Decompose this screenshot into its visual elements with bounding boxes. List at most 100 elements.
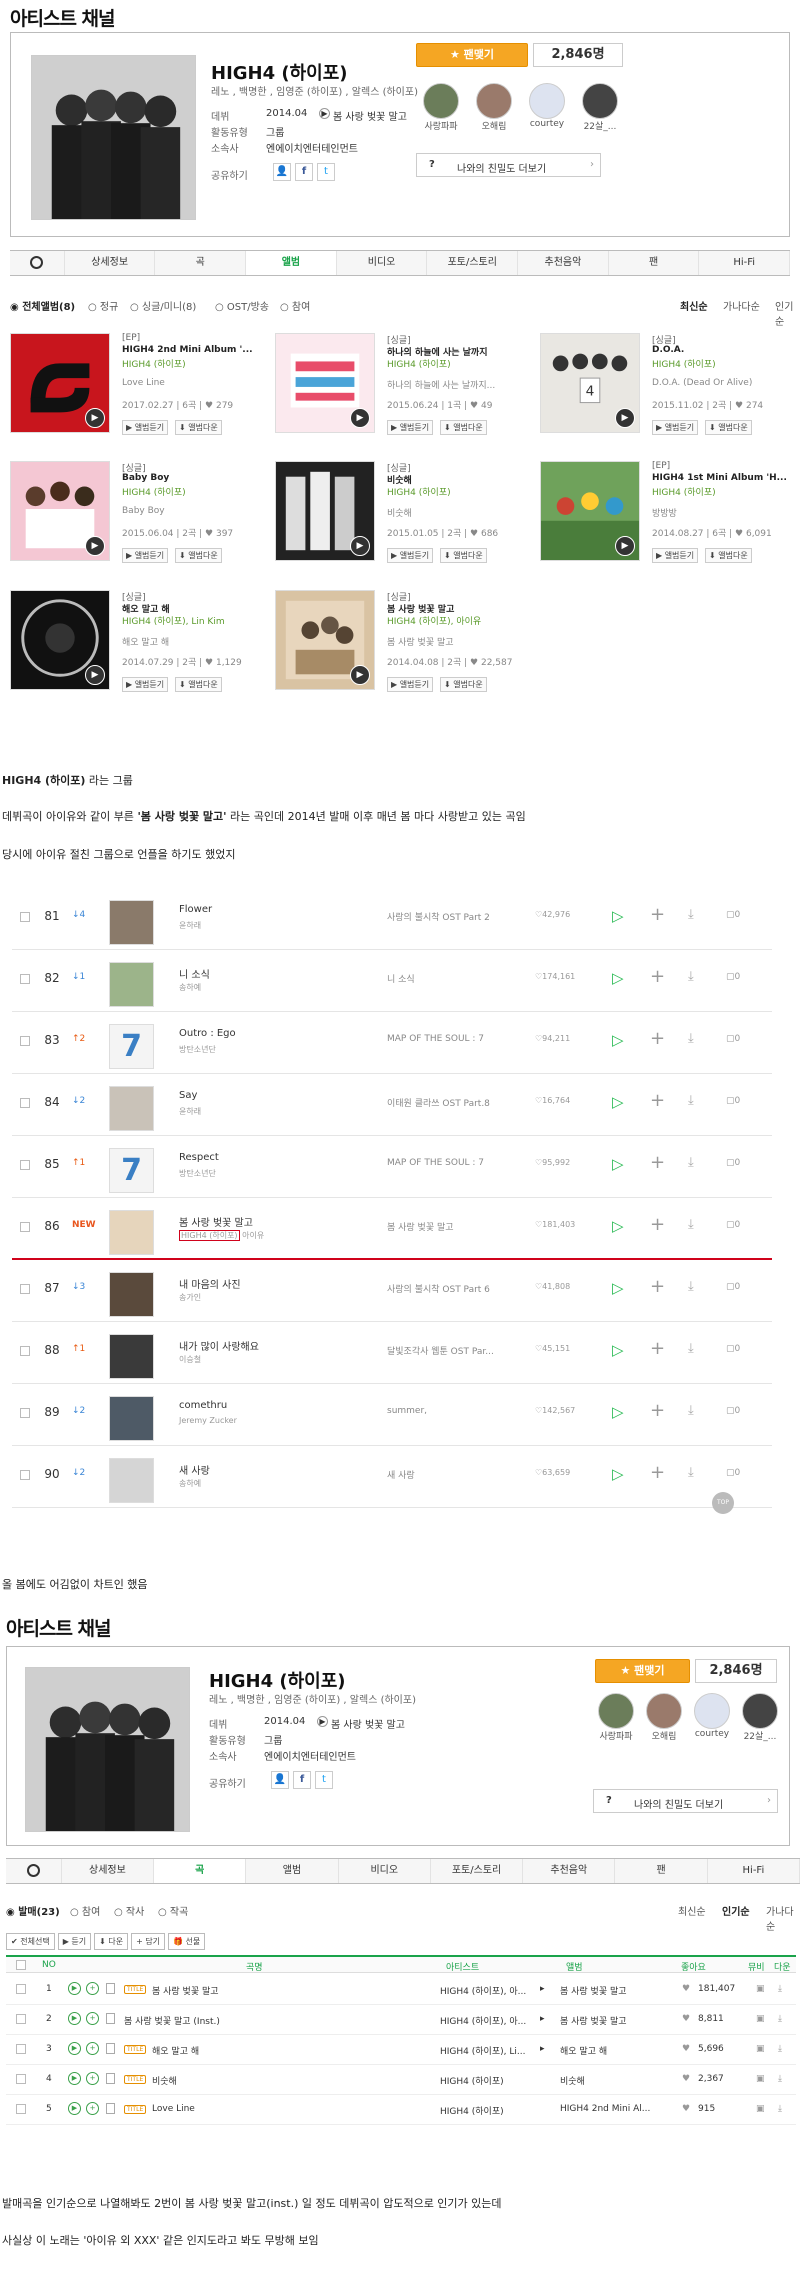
album-cover[interactable]: ▶ (10, 590, 110, 690)
lock-icon[interactable]: ▣ (756, 2044, 765, 2054)
filter-regular-radio[interactable]: ○ 정규 (88, 298, 118, 313)
fan-avatar-4[interactable]: 22살_... (575, 83, 625, 132)
song-album[interactable]: 사랑의 불시착 OST Part 2 (387, 910, 490, 923)
mv-checkbox[interactable]: ▢0 (726, 1034, 740, 1044)
featured-artist[interactable]: 아이유 (242, 1231, 264, 1240)
row-checkbox[interactable] (20, 974, 30, 984)
debut-song[interactable]: 봄 사랑 벚꽃 말고 (333, 108, 407, 123)
album-download-button[interactable]: ⬇ 앨범다운 (175, 677, 222, 692)
row-checkbox[interactable] (20, 1284, 30, 1294)
song-album[interactable]: 비숫해 (560, 2074, 585, 2087)
chart-row[interactable]: 88 ↑1 내가 많이 사랑해요 이승철 달빛조각사 웹툰 OST Par...… (12, 1322, 772, 1384)
download-icon[interactable]: ⤓ (688, 969, 694, 984)
add-icon[interactable]: + (86, 2102, 99, 2115)
listen-button[interactable]: ▶ 듣기 (57, 1933, 92, 1950)
album-cover[interactable]: ▶ (540, 461, 640, 561)
mv-checkbox[interactable]: ▢0 (726, 1220, 740, 1230)
chart-row[interactable]: 89 ↓2 comethru Jeremy Zucker summer, ♡14… (12, 1384, 772, 1446)
play-icon[interactable]: ▶ (85, 665, 105, 685)
tab-photo-story[interactable]: 포토/스토리 (427, 251, 519, 275)
artist-arrow-icon[interactable]: ▸ (540, 1984, 545, 1994)
mv-checkbox[interactable]: ▢0 (726, 1282, 740, 1292)
facebook-icon[interactable]: f (295, 163, 313, 181)
filter-ost-radio[interactable]: ○ OST/방송 (215, 298, 269, 313)
album-artist[interactable]: HIGH4 (하이포) (387, 485, 451, 498)
song-thumbnail[interactable] (109, 1458, 154, 1503)
row-checkbox[interactable] (16, 2104, 26, 2114)
album-download-button[interactable]: ⬇ 앨범다운 (440, 548, 487, 563)
mv-checkbox[interactable]: ▢0 (726, 1406, 740, 1416)
song-title[interactable]: 봄 사랑 벚꽃 말고 (179, 1214, 253, 1229)
fan-avatar-2[interactable]: 오해림 (639, 1693, 689, 1742)
heart-icon[interactable]: ♥ (682, 2014, 690, 2024)
album-title[interactable]: HIGH4 2nd Mini Album '... (122, 345, 272, 355)
add-icon[interactable]: + (650, 1338, 665, 1359)
gift-button[interactable]: 🎁 선물 (168, 1933, 206, 1950)
play-icon[interactable]: ▶ (85, 536, 105, 556)
song-album[interactable]: 달빛조각사 웹툰 OST Par... (387, 1344, 494, 1357)
album-card[interactable]: ▶ [EP] HIGH4 1st Mini Album 'H... HIGH4 … (540, 461, 800, 576)
info-icon[interactable] (106, 2103, 115, 2114)
song-thumbnail[interactable] (109, 900, 154, 945)
song-album[interactable]: 봄 사랑 벚꽃 말고 (560, 2014, 627, 2027)
tab-songs[interactable]: 곡 (155, 251, 247, 275)
album-cover[interactable]: ▶ (275, 590, 375, 690)
download-icon[interactable]: ⤓ (688, 1155, 694, 1170)
twitter-icon[interactable]: t (317, 163, 335, 181)
album-cover[interactable]: ▶ (10, 333, 110, 433)
tab-fan[interactable]: 팬 (615, 1859, 708, 1883)
tab-clock[interactable] (10, 251, 65, 275)
album-listen-button[interactable]: ▶ 앨범듣기 (387, 420, 434, 435)
filter-single-radio[interactable]: ○ 싱글/미니(8) (130, 298, 196, 313)
song-artist[interactable]: 송하예 (179, 982, 201, 993)
row-checkbox[interactable] (20, 1160, 30, 1170)
song-thumbnail[interactable]: 7 (109, 1148, 154, 1193)
song-likes[interactable]: ♡42,976 (535, 910, 570, 919)
song-likes[interactable]: ♡94,211 (535, 1034, 570, 1043)
song-title[interactable]: 봄 사랑 벚꽃 말고 (Inst.) (124, 2014, 220, 2027)
album-track[interactable]: Love Line (122, 378, 165, 388)
play-icon[interactable]: ▶ (85, 408, 105, 428)
album-track[interactable]: Baby Boy (122, 506, 165, 516)
song-album[interactable]: HIGH4 2nd Mini Al... (560, 2104, 650, 2114)
song-likes[interactable]: ♡45,151 (535, 1344, 570, 1353)
song-likes[interactable]: ♡63,659 (535, 1468, 570, 1477)
album-card[interactable]: 4 ▶ [싱글] D.O.A. HIGH4 (하이포) D.O.A. (Dead … (540, 333, 800, 448)
filter-compose-radio[interactable]: ○ 작곡 (158, 1903, 188, 1918)
tab-songs[interactable]: 곡 (154, 1859, 247, 1883)
song-thumbnail[interactable] (109, 1210, 154, 1255)
song-artist[interactable]: 송가인 (179, 1292, 201, 1303)
download-icon[interactable]: ⤓ (688, 1217, 694, 1232)
lock-icon[interactable]: ▣ (756, 2014, 765, 2024)
add-icon[interactable]: + (650, 1028, 665, 1049)
sort-popular[interactable]: 인기순 (722, 1903, 750, 1918)
filter-part-radio[interactable]: ○ 참여 (70, 1903, 100, 1918)
album-artist[interactable]: HIGH4 (하이포) (652, 357, 716, 370)
album-track[interactable]: 봄 사랑 벚꽃 말고 (387, 635, 454, 648)
song-album[interactable]: 해오 말고 해 (560, 2044, 607, 2057)
album-track[interactable]: 하나의 하늘에 사는 날까지... (387, 378, 495, 391)
row-checkbox[interactable] (16, 2074, 26, 2084)
download-icon[interactable]: ⤓ (688, 1341, 694, 1356)
album-download-button[interactable]: ⬇ 앨범다운 (705, 548, 752, 563)
add-icon[interactable]: + (650, 1152, 665, 1173)
share-friend-icon[interactable]: 👤 (271, 1771, 289, 1789)
tab-fan[interactable]: 팬 (609, 251, 700, 275)
tab-hifi[interactable]: Hi-Fi (708, 1859, 800, 1883)
album-listen-button[interactable]: ▶ 앨범듣기 (122, 677, 169, 692)
header-checkbox[interactable] (16, 1960, 26, 1970)
album-track[interactable]: 방방방 (652, 506, 677, 519)
song-title[interactable]: 내가 많이 사랑해요 (179, 1338, 259, 1353)
song-thumbnail[interactable] (109, 1086, 154, 1131)
download-icon[interactable]: ⤓ (688, 907, 694, 922)
download-icon[interactable]: ⤓ (778, 2074, 782, 2084)
tab-albums[interactable]: 앨범 (246, 251, 337, 275)
play-icon[interactable]: ▶ (350, 665, 370, 685)
album-track[interactable]: 해오 말고 해 (122, 635, 169, 648)
play-icon[interactable]: ▷ (612, 1465, 624, 1483)
download-icon[interactable]: ⤓ (778, 2044, 782, 2054)
artist-arrow-icon[interactable]: ▸ (540, 2044, 545, 2054)
play-icon[interactable]: ▷ (612, 1031, 624, 1049)
add-icon[interactable]: + (86, 2012, 99, 2025)
album-download-button[interactable]: ⬇ 앨범다운 (440, 677, 487, 692)
